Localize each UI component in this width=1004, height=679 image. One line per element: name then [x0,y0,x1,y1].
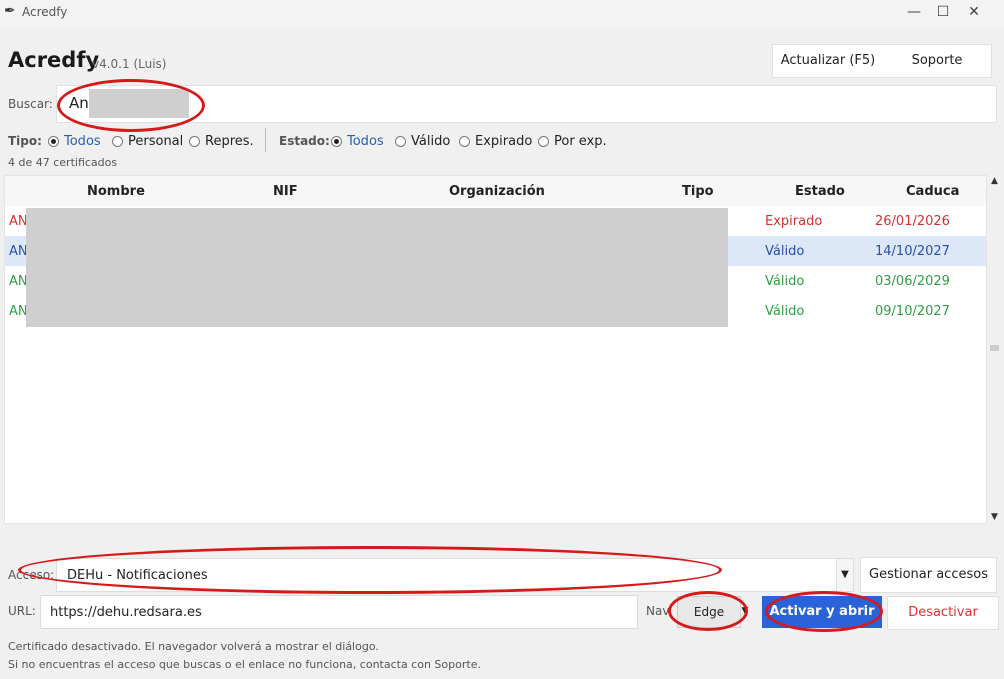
estado-radio-expirado[interactable]: Expirado [459,134,532,149]
table-header: Nombre NIF Organización Tipo Estado Cadu… [5,176,986,206]
chevron-down-icon[interactable]: ▼ [836,558,854,592]
support-button[interactable]: Soporte [891,45,983,77]
column-header[interactable]: Nombre [87,184,145,199]
cell-caduca: 26/01/2026 [875,214,950,229]
minimize-icon[interactable]: — [900,3,928,21]
maximize-icon[interactable]: ☐ [929,3,957,21]
radio-icon [538,136,549,147]
cell-caduca: 03/06/2029 [875,274,950,289]
radio-icon [395,136,406,147]
cell-nombre: AN [9,304,28,319]
cell-estado: Válido [765,244,805,259]
tipo-radio-personal[interactable]: Personal [112,134,183,149]
search-label: Buscar: [8,97,53,111]
column-header[interactable]: NIF [273,184,298,199]
tipo-label: Tipo: [8,134,42,148]
scroll-thumb[interactable] [990,345,999,351]
tipo-radio-repres[interactable]: Repres. [189,134,254,149]
manage-access-button[interactable]: Gestionar accesos [860,557,997,593]
cell-caduca: 14/10/2027 [875,244,950,259]
table-scrollbar[interactable]: ▲ ▼ [987,175,1002,523]
deactivate-button[interactable]: Desactivar [887,596,999,630]
cell-nombre: AN [9,274,28,289]
result-count: 4 de 47 certificados [8,156,118,169]
radio-icon [459,136,470,147]
estado-radio-todos[interactable]: Todos [331,134,384,149]
annotation-ellipse [668,591,748,631]
estado-radio-porexp[interactable]: Por exp. [538,134,607,149]
certificates-table: Nombre NIF Organización Tipo Estado Cadu… [4,175,987,524]
cell-estado: Válido [765,304,805,319]
estado-label: Estado: [279,134,330,148]
annotation-ellipse [57,79,205,132]
url-value: https://dehu.redsara.es [50,605,202,620]
close-icon[interactable]: ✕ [960,3,988,21]
cell-estado: Expirado [765,214,823,229]
feather-icon: ✒ [4,3,16,19]
column-header[interactable]: Organización [449,184,545,199]
cell-caduca: 09/10/2027 [875,304,950,319]
title-bar: ✒ Acredfy — ☐ ✕ [0,0,1004,26]
status-message: Certificado desactivado. El navegador vo… [8,640,379,653]
column-header[interactable]: Caduca [906,184,959,199]
cell-nombre: AN [9,244,28,259]
url-input[interactable]: https://dehu.redsara.es [40,595,638,629]
tipo-radio-todos[interactable]: Todos [48,134,101,149]
update-button[interactable]: Actualizar (F5) [773,45,883,77]
scroll-down-icon[interactable]: ▼ [987,511,1002,523]
column-header[interactable]: Estado [795,184,845,199]
radio-icon [112,136,123,147]
column-header[interactable]: Tipo [682,184,714,199]
cell-estado: Válido [765,274,805,289]
window-title: Acredfy [22,5,68,19]
radio-icon [189,136,200,147]
annotation-ellipse [765,591,883,632]
app-version: v4.0.1 (Luis) [92,57,167,71]
help-message: Si no encuentras el acceso que buscas o … [8,658,481,671]
filter-divider [265,128,266,152]
annotation-ellipse [18,546,722,594]
browser-label: Nav [646,604,670,618]
radio-icon [331,136,342,147]
app-title: Acredfy [8,48,100,72]
url-label: URL: [8,604,36,618]
radio-icon [48,136,59,147]
cell-nombre: AN [9,214,28,229]
top-toolbar: Actualizar (F5) Soporte [772,44,992,78]
redacted-block [26,208,728,327]
scroll-up-icon[interactable]: ▲ [987,175,1002,187]
estado-radio-valido[interactable]: Válido [395,134,450,149]
